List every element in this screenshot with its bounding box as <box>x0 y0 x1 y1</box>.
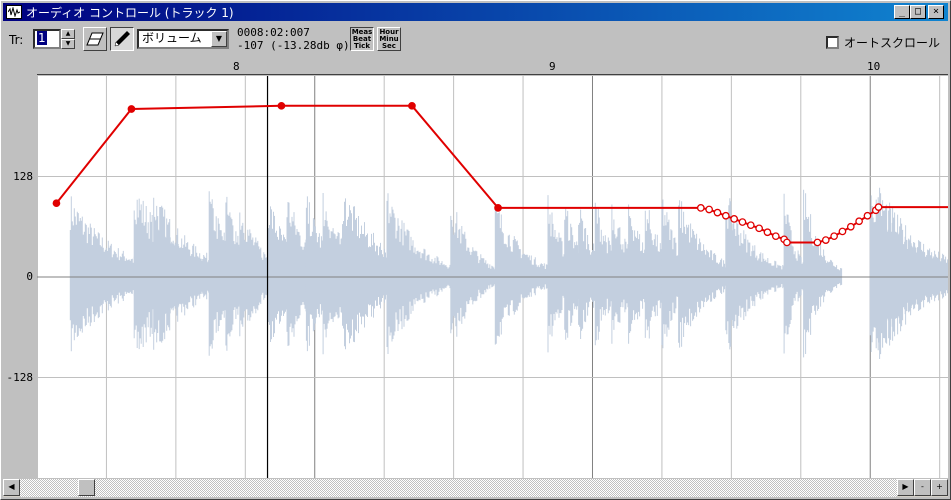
measure-label-10: 10 <box>867 60 881 73</box>
envelope-point[interactable] <box>755 224 763 233</box>
spin-down-icon[interactable]: ▼ <box>61 39 75 49</box>
waveform-hit <box>878 187 948 359</box>
envelope-point[interactable] <box>277 101 286 110</box>
scroll-thumb[interactable] <box>78 479 95 496</box>
envelope-point[interactable] <box>830 232 838 241</box>
toolbar: Tr: 1 ▲ ▼ ボリューム ▼ 0008:02:007 -107 (-13.… <box>3 23 948 57</box>
zoom-out-button[interactable]: - <box>914 479 931 496</box>
waveform-hit <box>450 212 503 337</box>
scroll-left-icon[interactable]: ◀ <box>3 479 20 496</box>
envelope-point[interactable] <box>738 218 747 226</box>
audio-control-window: オーディオ コントロール (トラック 1) _ □ × Tr: 1 ▲ ▼ ボリ… <box>0 0 951 500</box>
envelope-point[interactable] <box>863 211 872 220</box>
position-value: -107 (-13.28db φ) <box>237 39 350 52</box>
envelope-point[interactable] <box>746 221 755 230</box>
waveform-app-icon[interactable] <box>6 5 22 19</box>
volume-envelope-line <box>55 104 948 244</box>
measure-label-9: 9 <box>549 60 556 73</box>
envelope-point[interactable] <box>838 227 847 236</box>
track-label: Tr: <box>9 33 24 47</box>
chevron-down-icon[interactable]: ▼ <box>211 31 227 47</box>
envelope-point[interactable] <box>52 199 61 208</box>
autoscroll-checkbox[interactable] <box>825 36 839 49</box>
spin-up-icon[interactable]: ▲ <box>61 29 75 39</box>
waveform-editor[interactable] <box>37 76 948 478</box>
scroll-track[interactable] <box>20 479 897 497</box>
envelope-point[interactable] <box>763 228 772 237</box>
y-label-bottom: -128 <box>6 371 34 384</box>
envelope-point[interactable] <box>874 203 883 211</box>
envelope-canvas[interactable] <box>37 76 948 478</box>
envelope-point[interactable] <box>696 204 705 212</box>
pencil-tool-button[interactable] <box>110 27 134 51</box>
meas-beat-tick-button[interactable]: Meas Beat Tick <box>350 27 374 51</box>
hour-button-label: Hour Minu Sec <box>379 28 399 50</box>
envelope-point[interactable] <box>127 105 136 113</box>
envelope-point[interactable] <box>846 222 855 231</box>
autoscroll-toggle[interactable]: オートスクロール <box>825 34 940 51</box>
envelope-point[interactable] <box>713 208 722 217</box>
track-number-value: 1 <box>37 31 47 45</box>
envelope-point[interactable] <box>771 232 780 241</box>
envelope-point[interactable] <box>705 205 713 214</box>
track-spinner[interactable]: ▲ ▼ <box>61 29 75 49</box>
measure-label-8: 8 <box>233 60 240 73</box>
scroll-right-icon[interactable]: ▶ <box>897 479 914 496</box>
y-label-zero: 0 <box>26 270 33 283</box>
position-time: 0008:02:007 <box>237 26 310 39</box>
hour-minu-sec-button[interactable]: Hour Minu Sec <box>377 27 401 51</box>
envelope-point[interactable] <box>783 238 791 247</box>
pencil-icon <box>114 31 130 47</box>
waveform-hit <box>803 189 843 358</box>
y-label-top: 128 <box>13 170 33 183</box>
window-title: オーディオ コントロール (トラック 1) <box>26 5 234 20</box>
envelope-point[interactable] <box>855 217 863 226</box>
envelope-point[interactable] <box>494 204 502 212</box>
envelope-point[interactable] <box>408 101 416 110</box>
eraser-tool-button[interactable] <box>83 27 107 51</box>
parameter-select[interactable]: ボリューム ▼ <box>137 29 229 49</box>
autoscroll-label: オートスクロール <box>843 36 940 50</box>
eraser-icon <box>86 32 104 46</box>
close-button[interactable]: × <box>928 5 944 19</box>
title-bar[interactable]: オーディオ コントロール (トラック 1) _ □ × <box>3 3 948 21</box>
y-axis: 128 0 -128 <box>3 58 37 478</box>
horizontal-scrollbar[interactable]: ◀ ▶ - + <box>3 479 948 497</box>
envelope-point[interactable] <box>730 215 738 223</box>
envelope-point[interactable] <box>821 236 830 244</box>
measure-ruler[interactable]: 8 9 10 <box>37 58 948 75</box>
minimize-button[interactable]: _ <box>894 5 910 19</box>
meas-button-label: Meas Beat Tick <box>351 28 373 50</box>
position-readout: 0008:02:007 -107 (-13.28db φ) <box>237 26 350 52</box>
envelope-point[interactable] <box>813 238 822 247</box>
zoom-in-button[interactable]: + <box>931 479 948 496</box>
track-number-input[interactable]: 1 <box>33 29 61 49</box>
parameter-selected-value: ボリューム <box>142 31 202 45</box>
maximize-button[interactable]: □ <box>910 5 926 19</box>
envelope-point[interactable] <box>721 211 730 220</box>
